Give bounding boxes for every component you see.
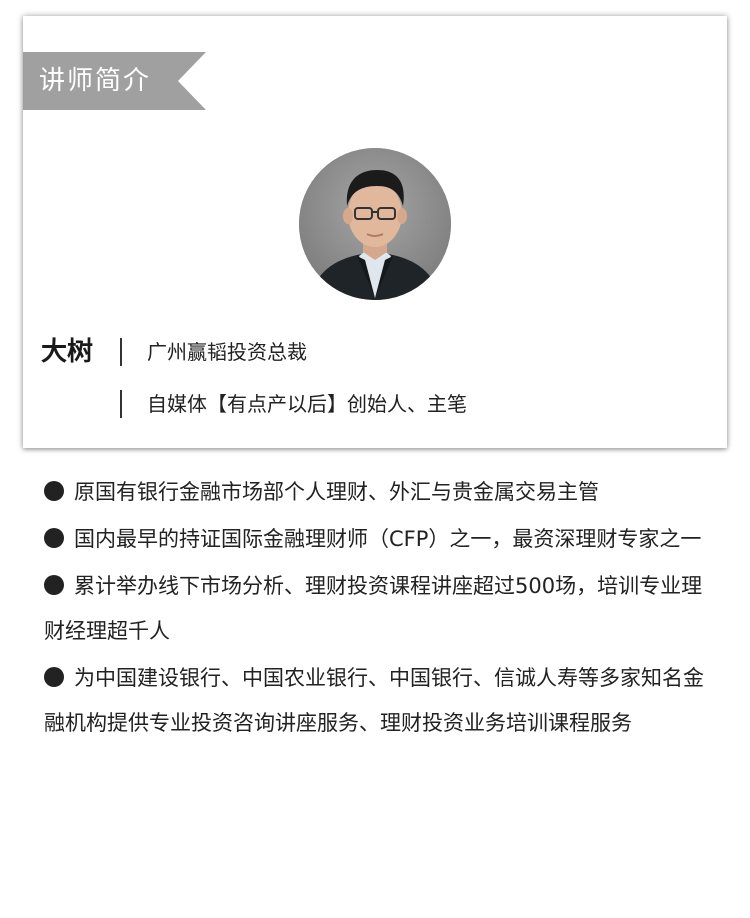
- bio-text: 原国有银行金融市场部个人理财、外汇与贵金属交易主管: [74, 480, 599, 504]
- bio-text: 为中国建设银行、中国农业银行、中国银行、信诚人寿等多家知名金融机构提供专业投资咨…: [44, 666, 704, 735]
- instructor-name: 大树: [41, 337, 94, 367]
- bio-item: 为中国建设银行、中国农业银行、中国银行、信诚人寿等多家知名金融机构提供专业投资咨…: [44, 656, 710, 746]
- filled-circle-icon: [44, 575, 64, 595]
- instructor-title-2: 自媒体【有点产以后】创始人、主笔: [147, 392, 467, 416]
- bio-item: 国内最早的持证国际金融理财师（CFP）之一，最资深理财专家之一: [44, 517, 710, 562]
- title-divider: [120, 338, 122, 366]
- filled-circle-icon: [44, 667, 64, 687]
- title-divider: [120, 390, 122, 418]
- instructor-title-1: 广州赢韬投资总裁: [147, 340, 307, 364]
- section-tag: 讲师简介: [23, 52, 206, 110]
- bio-text: 累计举办线下市场分析、理财投资课程讲座超过500场，培训专业理财经理超千人: [44, 574, 703, 643]
- instructor-avatar: [299, 148, 451, 300]
- section-title: 讲师简介: [39, 66, 152, 96]
- bio-list: 原国有银行金融市场部个人理财、外汇与贵金属交易主管 国内最早的持证国际金融理财师…: [44, 470, 710, 748]
- bio-item: 累计举办线下市场分析、理财投资课程讲座超过500场，培训专业理财经理超千人: [44, 564, 710, 654]
- bio-text: 国内最早的持证国际金融理财师（CFP）之一，最资深理财专家之一: [74, 527, 702, 551]
- filled-circle-icon: [44, 481, 64, 501]
- filled-circle-icon: [44, 528, 64, 548]
- instructor-card: 讲师简介 大树 广州赢韬投资总裁 自媒体【有点产以后】创始人、主笔: [23, 16, 727, 448]
- bio-item: 原国有银行金融市场部个人理财、外汇与贵金属交易主管: [44, 470, 710, 515]
- portrait-image: [299, 148, 451, 300]
